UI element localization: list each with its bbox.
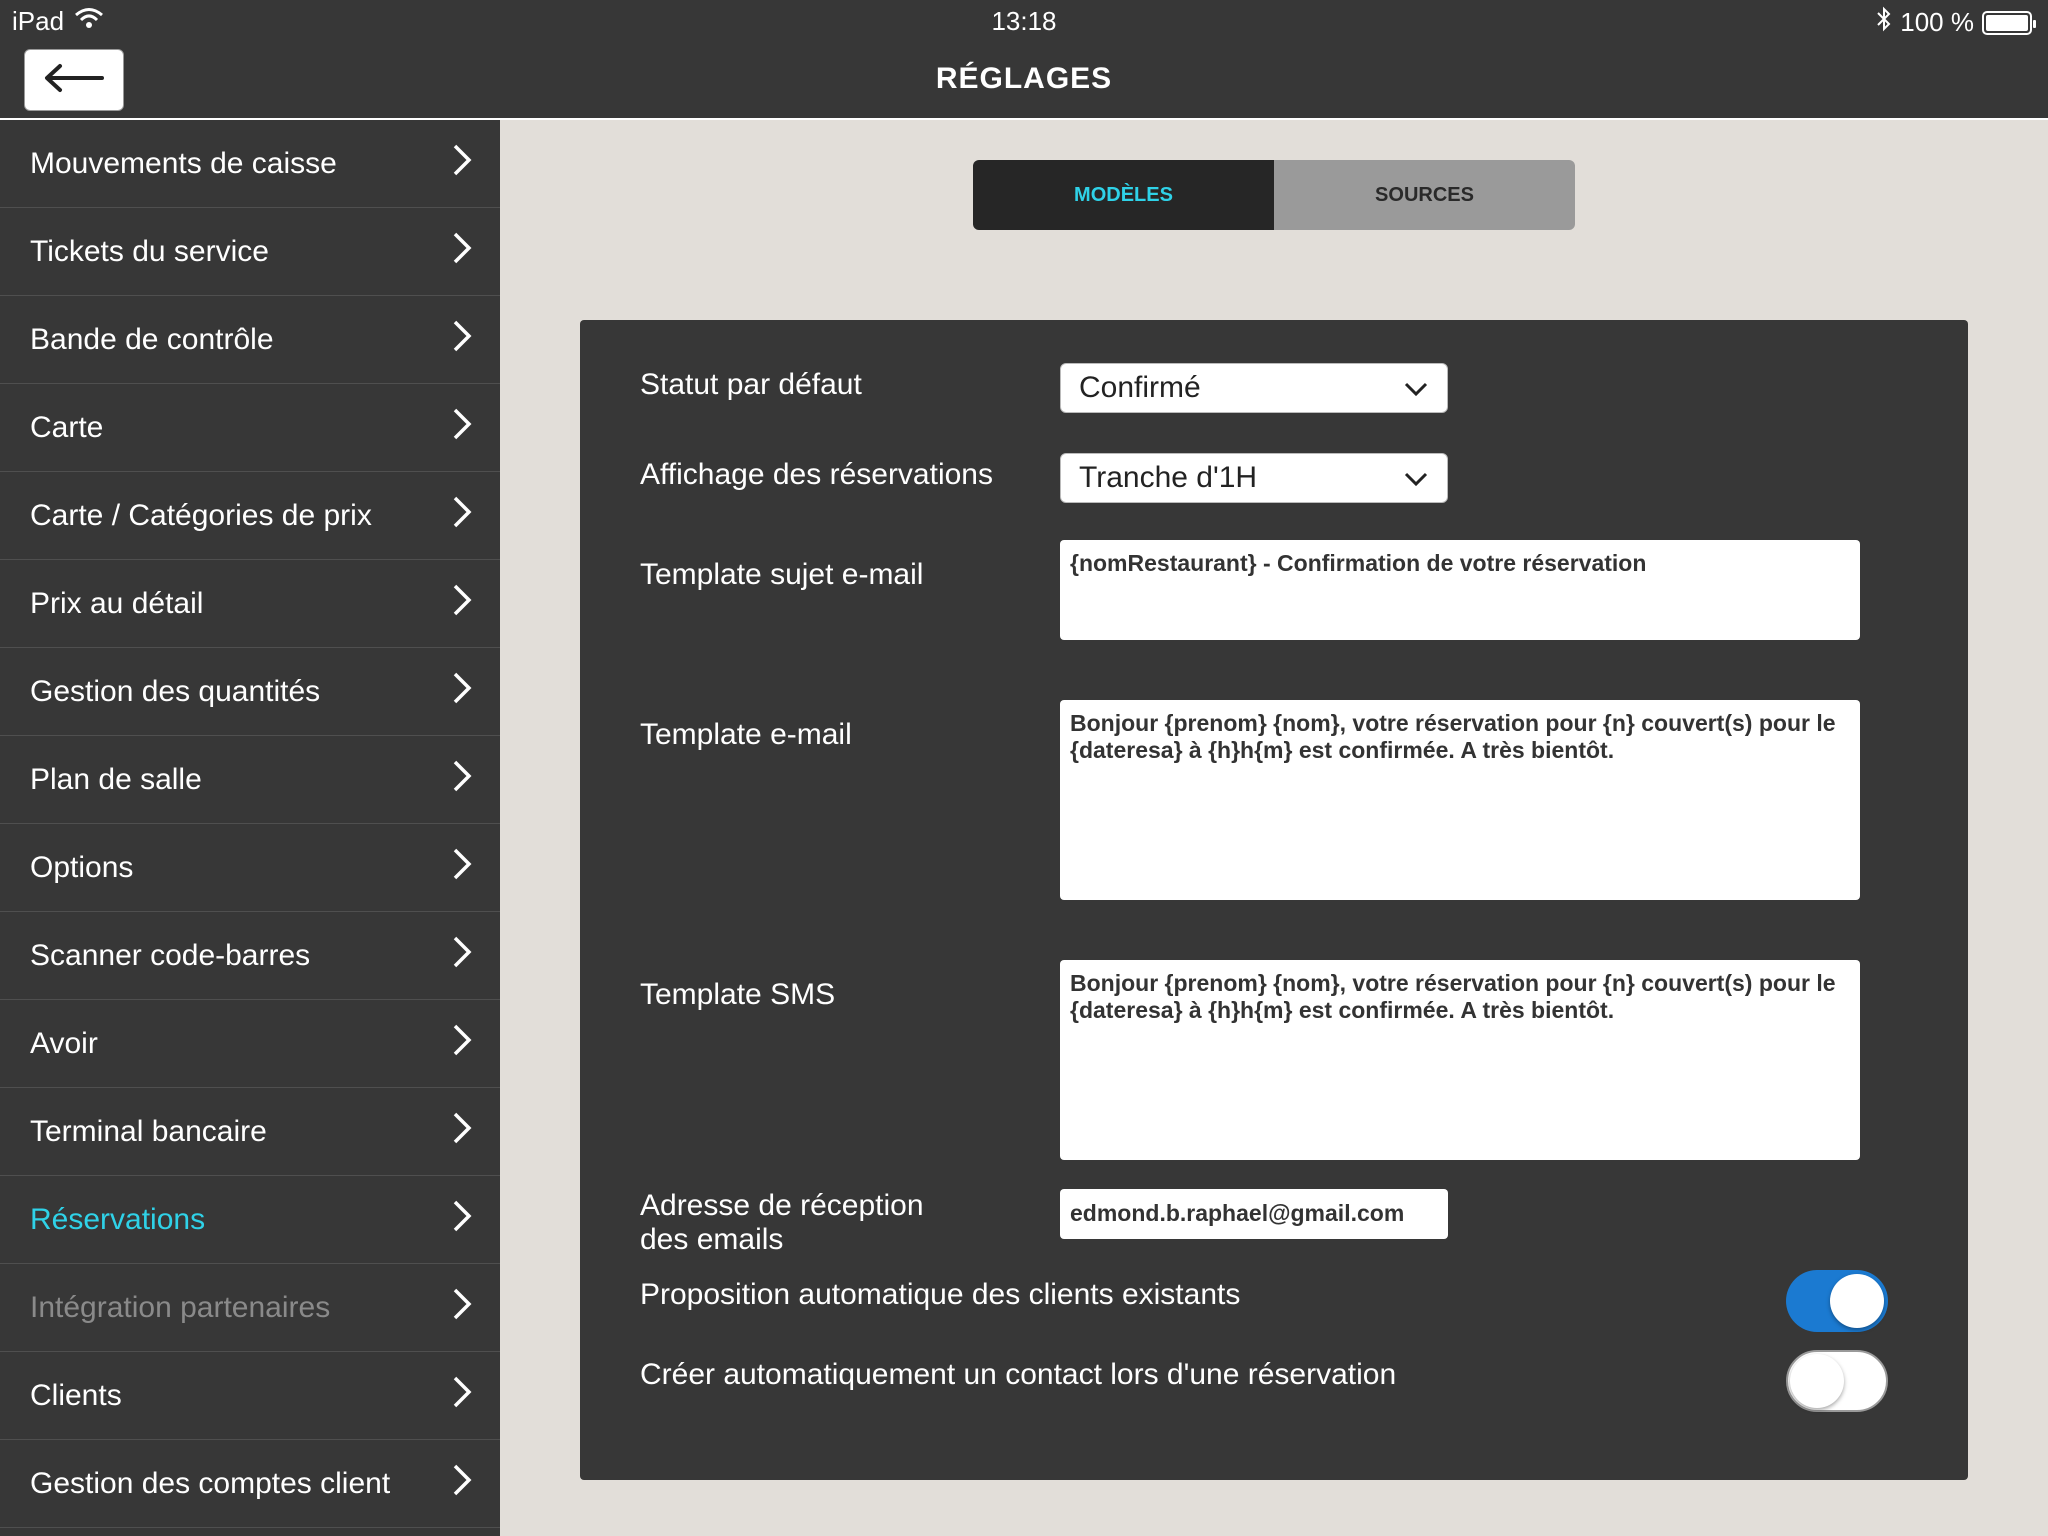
chevron-right-icon — [450, 1110, 474, 1154]
chevron-right-icon — [450, 230, 474, 274]
chevron-right-icon — [450, 142, 474, 186]
email-subject-field[interactable]: {nomRestaurant} - Confirmation de votre … — [1060, 540, 1860, 640]
sms-template-field[interactable]: Bonjour {prenom} {nom}, votre réservatio… — [1060, 960, 1860, 1160]
sidebar-item[interactable]: Tickets du service — [0, 208, 500, 296]
sidebar-item-label: Avoir — [30, 1026, 98, 1060]
email-address-label-line1: Adresse de réception — [640, 1189, 924, 1222]
sidebar-item[interactable]: Carte / Catégories de prix — [0, 472, 500, 560]
sidebar-item[interactable]: Terminal bancaire — [0, 1088, 500, 1176]
toggle-knob — [1830, 1274, 1884, 1328]
battery-level-fill — [1986, 14, 2028, 31]
chevron-right-icon — [450, 846, 474, 890]
sidebar-item-label: Réservations — [30, 1202, 206, 1236]
sidebar-item[interactable]: Plan de salle — [0, 736, 500, 824]
booking-display-label: Affichage des réservations — [640, 458, 993, 491]
settings-panel: Statut par défaut Confirmé Affichage des… — [580, 320, 1968, 1480]
chevron-right-icon — [450, 494, 474, 538]
chevron-right-icon — [450, 1198, 474, 1242]
auto-suggest-toggle[interactable] — [1786, 1270, 1888, 1332]
booking-display-value: Tranche d'1H — [1079, 461, 1258, 494]
chevron-right-icon — [450, 758, 474, 802]
sidebar-item[interactable]: Réservations — [0, 1176, 500, 1264]
chevron-right-icon — [450, 582, 474, 626]
email-template-label: Template e-mail — [640, 718, 852, 751]
sidebar-item-label: Bande de contrôle — [30, 322, 274, 356]
chevron-right-icon — [450, 1022, 474, 1066]
sidebar-item[interactable]: Gestion des quantités — [0, 648, 500, 736]
nav-bar: RÉGLAGES — [0, 40, 2048, 120]
sidebar-item[interactable]: Avoir — [0, 1000, 500, 1088]
sidebar-item-label: Terminal bancaire — [30, 1114, 267, 1148]
sidebar-item[interactable]: Options — [0, 824, 500, 912]
default-status-label: Statut par défaut — [640, 368, 862, 401]
chevron-down-icon — [1403, 371, 1429, 405]
sidebar-item-label: Carte / Catégories de prix — [30, 498, 372, 532]
sidebar-item[interactable]: Intégration partenaires — [0, 1264, 500, 1352]
sms-template-label: Template SMS — [640, 978, 836, 1011]
sidebar-item-label: Intégration partenaires — [30, 1290, 331, 1324]
email-address-label: Adresse de réception des emails — [640, 1189, 924, 1257]
chevron-down-icon — [1403, 461, 1429, 495]
booking-display-select[interactable]: Tranche d'1H — [1060, 453, 1448, 503]
sidebar-item-label: Mouvements de caisse — [30, 146, 337, 180]
segmented-control: MODÈLES SOURCES — [973, 160, 1575, 230]
sidebar-item-label: Gestion des quantités — [30, 674, 321, 708]
email-template-field[interactable]: Bonjour {prenom} {nom}, votre réservatio… — [1060, 700, 1860, 900]
sidebar-item[interactable]: Gestion des comptes client — [0, 1440, 500, 1528]
sidebar-item-label: Clients — [30, 1378, 122, 1412]
battery-percent: 100 % — [1900, 7, 1974, 37]
chevron-right-icon — [450, 318, 474, 362]
bluetooth-icon — [1876, 6, 1892, 39]
battery-icon — [1982, 10, 2036, 35]
auto-create-toggle[interactable] — [1786, 1350, 1888, 1412]
chevron-right-icon — [450, 934, 474, 978]
sidebar-item[interactable]: Mouvements de caisse — [0, 120, 500, 208]
sidebar-item-label: Scanner code-barres — [30, 938, 311, 972]
tab-models[interactable]: MODÈLES — [973, 160, 1274, 230]
status-time: 13:18 — [991, 6, 1057, 36]
auto-suggest-label: Proposition automatique des clients exis… — [640, 1278, 1241, 1311]
chevron-right-icon — [450, 670, 474, 714]
status-right: 100 % — [1876, 6, 2036, 39]
sidebar-item-label: Gestion des comptes client — [30, 1466, 391, 1500]
sidebar-item[interactable]: Clients — [0, 1352, 500, 1440]
auto-create-label: Créer automatiquement un contact lors d'… — [640, 1358, 1397, 1391]
chevron-right-icon — [450, 1462, 474, 1506]
sidebar-item-label: Options — [30, 850, 134, 884]
sidebar-item[interactable]: Bande de contrôle — [0, 296, 500, 384]
email-address-label-line2: des emails — [640, 1223, 784, 1256]
email-subject-label: Template sujet e-mail — [640, 558, 924, 591]
chevron-right-icon — [450, 1374, 474, 1418]
main-content: MODÈLES SOURCES Statut par défaut Confir… — [500, 120, 2048, 1536]
sidebar: Mouvements de caisse Tickets du service Ba… — [0, 120, 500, 1536]
sidebar-item-label: Tickets du service — [30, 234, 269, 268]
tab-sources[interactable]: SOURCES — [1274, 160, 1575, 230]
sidebar-item-label: Prix au détail — [30, 586, 204, 620]
sidebar-item[interactable]: Scanner code-barres — [0, 912, 500, 1000]
default-status-select[interactable]: Confirmé — [1060, 363, 1448, 413]
sidebar-item[interactable]: Prix au détail — [0, 560, 500, 648]
email-address-field[interactable]: edmond.b.raphael@gmail.com — [1060, 1189, 1448, 1239]
default-status-value: Confirmé — [1079, 371, 1201, 404]
chevron-right-icon — [450, 406, 474, 450]
page-title: RÉGLAGES — [935, 62, 1113, 95]
status-bar: iPad 13:18 100 % — [0, 0, 2048, 40]
toggle-knob — [1790, 1354, 1844, 1408]
chevron-right-icon — [450, 1286, 474, 1330]
sidebar-item[interactable]: Carte — [0, 384, 500, 472]
sidebar-item-label: Plan de salle — [30, 762, 202, 796]
sidebar-item-label: Carte — [30, 410, 104, 444]
